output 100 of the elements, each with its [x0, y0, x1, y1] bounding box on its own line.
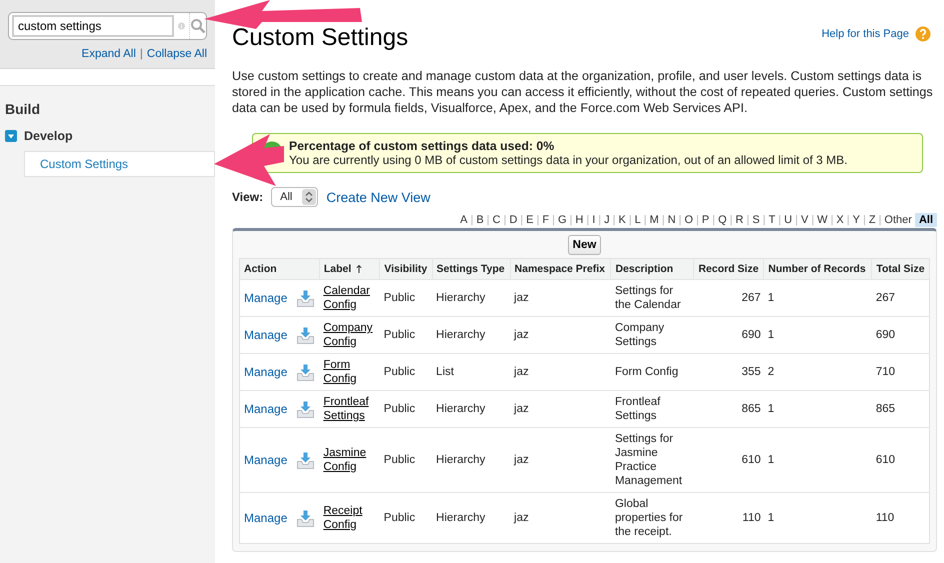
manage-link[interactable]: Manage [244, 453, 288, 467]
letter-separator: | [730, 214, 733, 226]
manage-link[interactable]: Manage [244, 291, 288, 305]
letter-separator: | [552, 214, 555, 226]
page-title: Custom Settings [232, 24, 408, 52]
letter-filter[interactable]: S [749, 213, 763, 227]
letter-filter[interactable]: T [766, 213, 778, 227]
manage-link[interactable]: Manage [244, 402, 288, 416]
letter-filter[interactable]: C [490, 213, 504, 227]
manage-link[interactable]: Manage [244, 511, 288, 525]
view-dropdown[interactable]: All [271, 187, 318, 207]
download-icon[interactable] [297, 400, 314, 418]
help-link[interactable]: Help for this Page [822, 28, 909, 40]
download-icon[interactable] [297, 452, 314, 468]
letter-separator: | [536, 214, 540, 226]
notice-message: You are currently using 0 MB of custom settings data in your organization, out of an allowed limit of 3 MB. [289, 153, 848, 167]
expand-all-link[interactable]: Expand All [82, 48, 136, 60]
label-link[interactable]: Receipt Config [323, 504, 376, 532]
letter-filter[interactable]: M [646, 213, 662, 227]
help-icon[interactable] [915, 26, 931, 42]
letter-separator: | [878, 214, 882, 226]
table-cell: 1 [764, 492, 872, 544]
table-cell: 267 [694, 280, 764, 316]
table-cell: Hierarchy [432, 280, 510, 316]
column-header[interactable]: Total Size [872, 258, 930, 280]
letter-filter[interactable]: Other [881, 213, 915, 227]
letter-filter[interactable]: E [523, 213, 536, 227]
manage-link[interactable]: Manage [244, 365, 288, 379]
letter-filter[interactable]: K [615, 213, 629, 227]
create-view-link[interactable]: Create New View [326, 190, 430, 204]
letter-separator: | [612, 214, 616, 226]
table-cell: Public [380, 316, 432, 354]
column-header[interactable]: Record Size [694, 258, 764, 280]
letter-filter[interactable]: Q [715, 213, 730, 227]
label-link[interactable]: Form Config [323, 358, 376, 386]
letter-filter[interactable]: J [601, 213, 613, 227]
table-cell: Settings for Jasmine Practice Management [610, 428, 694, 492]
letter-separator: | [762, 214, 766, 226]
table-cell: Public [380, 428, 432, 492]
column-header[interactable]: Number of Records [764, 258, 872, 280]
download-icon[interactable] [297, 510, 314, 526]
letter-filter[interactable]: H [572, 213, 586, 227]
tree-item[interactable]: Develop [24, 129, 73, 143]
label-link[interactable]: Calendar Config [323, 284, 376, 312]
letter-separator: | [846, 214, 850, 226]
download-icon[interactable] [297, 290, 314, 306]
column-header[interactable]: Settings Type [432, 258, 510, 280]
column-header[interactable]: Visibility [380, 258, 432, 280]
collapse-all-link[interactable]: Collapse All [146, 48, 207, 60]
table-cell: 865 [872, 390, 930, 428]
search-field[interactable]: custom settings [8, 12, 207, 40]
download-icon[interactable] [297, 364, 314, 380]
letter-filter[interactable]: X [833, 213, 847, 227]
new-button[interactable]: New [568, 235, 602, 255]
letter-filter[interactable]: O [682, 213, 696, 227]
letter-filter[interactable]: F [539, 213, 552, 227]
letter-separator: | [862, 214, 866, 226]
column-header[interactable]: Namespace Prefix [510, 258, 611, 280]
table-cell: 610 [872, 428, 930, 492]
description-text: Use custom settings to create and manage custom data at the organization, profile, and user levels. Custom settings data is stored in the application cache. This means you can access it efficiently, without the cost of repeated queries. Custom settings data can be used by formula fields, Visualforce, Apex, and the Force.com Web Services API. [232, 68, 934, 116]
letter-filter[interactable]: P [698, 213, 712, 227]
manage-link[interactable]: Manage [244, 328, 288, 342]
letter-filter[interactable]: N [664, 213, 679, 227]
letter-filter[interactable]: G [554, 213, 570, 227]
table-cell: 110 [694, 492, 764, 544]
letter-filter[interactable]: R [732, 213, 746, 227]
letter-filter[interactable]: D [506, 213, 520, 227]
letter-filter[interactable]: B [473, 213, 487, 227]
table-cell: jaz [510, 280, 611, 316]
sort-arrow-icon [356, 265, 362, 273]
column-header[interactable]: Description [610, 258, 694, 280]
table-cell: List [432, 354, 510, 390]
column-header[interactable]: Action [240, 258, 320, 280]
table-cell: Company Settings [610, 316, 694, 354]
tree-item[interactable]: Custom Settings [24, 151, 215, 177]
letter-filter[interactable]: U [781, 213, 796, 227]
letter-separator: | [678, 214, 682, 226]
label-link[interactable]: Jasmine Config [323, 446, 376, 474]
column-header[interactable]: Label [319, 258, 380, 280]
search-button[interactable] [189, 13, 206, 39]
table-cell: 710 [872, 354, 930, 390]
table-cell: Global properties for the receipt. [610, 492, 694, 544]
stepper-icon[interactable] [302, 189, 316, 205]
table-cell: Public [380, 492, 432, 544]
table-cell: 110 [872, 492, 930, 544]
letter-filter[interactable]: All [914, 213, 937, 227]
download-icon[interactable] [297, 326, 314, 344]
toggle-icon[interactable] [5, 130, 17, 142]
letter-filter[interactable]: V [798, 213, 812, 227]
letter-filter[interactable]: I [589, 213, 598, 227]
letter-separator: | [598, 214, 602, 226]
letter-filter[interactable]: A [457, 213, 470, 227]
label-link[interactable]: Company Config [323, 321, 376, 349]
letter-filter[interactable]: Z [866, 213, 879, 227]
letter-filter[interactable]: W [814, 213, 831, 227]
letter-filter[interactable]: Y [850, 213, 863, 227]
label-link[interactable]: Frontleaf Settings [323, 395, 376, 423]
section-heading: Build [5, 101, 41, 117]
table-cell: 355 [694, 354, 764, 390]
letter-filter[interactable]: L [632, 213, 644, 227]
